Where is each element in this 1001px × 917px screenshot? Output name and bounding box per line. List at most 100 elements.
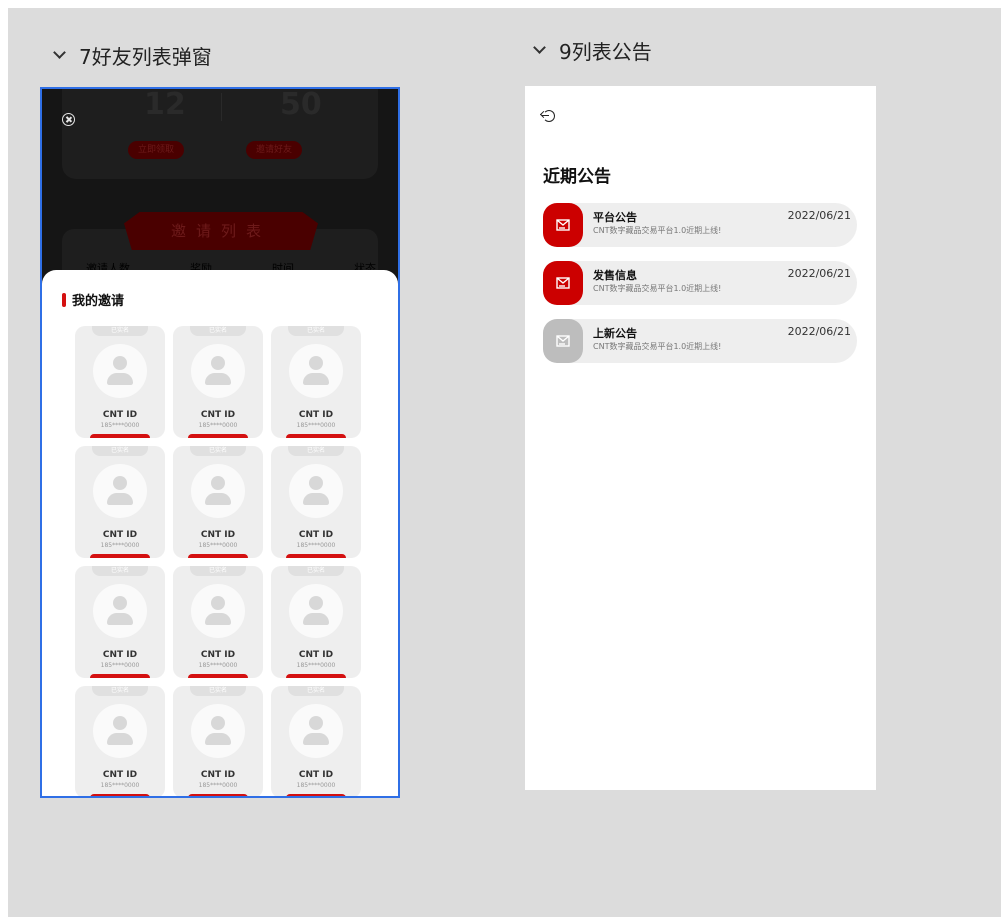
notice-item[interactable]: 发售信息 2022/06/21 CNT数字藏品交易平台1.0近期上线! bbox=[543, 261, 857, 305]
invite-card[interactable]: 已实名 CNT ID 185****0000 bbox=[75, 686, 165, 796]
frame-title-text: 9列表公告 bbox=[559, 40, 652, 64]
verified-tag: 已实名 bbox=[190, 686, 246, 696]
verified-tag: 已实名 bbox=[288, 566, 344, 576]
card-phone: 185****0000 bbox=[296, 782, 336, 789]
card-phone: 185****0000 bbox=[296, 422, 336, 429]
stats-card: 12 50 立即领取 邀请好友 bbox=[62, 89, 378, 179]
notice-heading: 近期公告 bbox=[543, 167, 611, 187]
card-action-bar[interactable] bbox=[188, 434, 248, 438]
avatar-icon bbox=[191, 344, 245, 398]
notice-title: 上新公告 bbox=[593, 327, 637, 340]
sheet-title: 我的邀请 bbox=[62, 290, 124, 309]
avatar-icon bbox=[93, 704, 147, 758]
notice-date: 2022/06/21 bbox=[787, 267, 851, 280]
card-action-bar[interactable] bbox=[90, 674, 150, 678]
close-icon[interactable] bbox=[62, 113, 75, 126]
notice-title: 发售信息 bbox=[593, 269, 637, 282]
invite-card[interactable]: 已实名 CNT ID 185****0000 bbox=[173, 446, 263, 558]
friend-popup-frame[interactable]: 12 50 立即领取 邀请好友 邀请列表 邀请人数 奖励 时间 状态 我的邀请 … bbox=[40, 87, 400, 798]
card-name: CNT ID bbox=[102, 530, 138, 540]
sheet-title-text: 我的邀请 bbox=[72, 294, 125, 309]
card-action-bar[interactable] bbox=[286, 554, 346, 558]
card-name: CNT ID bbox=[200, 650, 236, 660]
invite-list-banner: 邀请列表 bbox=[124, 212, 318, 250]
frame-label-notice-list[interactable]: 9列表公告 bbox=[534, 36, 652, 65]
avatar-icon bbox=[93, 344, 147, 398]
card-name: CNT ID bbox=[200, 410, 236, 420]
back-icon[interactable] bbox=[542, 110, 555, 122]
card-phone: 185****0000 bbox=[100, 662, 140, 669]
card-name: CNT ID bbox=[298, 650, 334, 660]
card-phone: 185****0000 bbox=[100, 782, 140, 789]
card-phone: 185****0000 bbox=[198, 782, 238, 789]
verified-tag: 已实名 bbox=[92, 446, 148, 456]
card-phone: 185****0000 bbox=[198, 662, 238, 669]
stat-value: 50 bbox=[280, 87, 322, 122]
card-action-bar[interactable] bbox=[90, 794, 150, 796]
card-phone: 185****0000 bbox=[198, 542, 238, 549]
notice-item[interactable]: 平台公告 2022/06/21 CNT数字藏品交易平台1.0近期上线! bbox=[543, 203, 857, 247]
card-action-bar[interactable] bbox=[188, 674, 248, 678]
invite-card-grid: 已实名 CNT ID 185****0000 已实名 CNT ID 185****0000… bbox=[75, 326, 365, 796]
invite-card[interactable]: 已实名 CNT ID 185****0000 bbox=[271, 686, 361, 796]
card-action-bar[interactable] bbox=[90, 434, 150, 438]
card-action-bar[interactable] bbox=[286, 434, 346, 438]
card-action-bar[interactable] bbox=[188, 554, 248, 558]
invite-card[interactable]: 已实名 CNT ID 185****0000 bbox=[173, 326, 263, 438]
claim-button[interactable]: 立即领取 bbox=[128, 141, 185, 159]
invite-card[interactable]: 已实名 CNT ID 185****0000 bbox=[75, 566, 165, 678]
avatar-icon bbox=[289, 344, 343, 398]
invite-friends-button[interactable]: 邀请好友 bbox=[246, 141, 303, 159]
verified-tag: 已实名 bbox=[288, 326, 344, 336]
mail-icon bbox=[543, 261, 583, 305]
notice-item[interactable]: 上新公告 2022/06/21 CNT数字藏品交易平台1.0近期上线! bbox=[543, 319, 857, 363]
verified-tag: 已实名 bbox=[190, 326, 246, 336]
verified-tag: 已实名 bbox=[92, 566, 148, 576]
chevron-down-icon[interactable] bbox=[54, 48, 65, 59]
card-phone: 185****0000 bbox=[296, 542, 336, 549]
notice-title: 平台公告 bbox=[593, 211, 637, 224]
invite-card[interactable]: 已实名 CNT ID 185****0000 bbox=[173, 686, 263, 796]
notice-list-frame: 近期公告 平台公告 2022/06/21 CNT数字藏品交易平台1.0近期上线! 发售… bbox=[525, 86, 876, 790]
card-action-bar[interactable] bbox=[286, 794, 346, 796]
card-name: CNT ID bbox=[102, 410, 138, 420]
notice-desc: CNT数字藏品交易平台1.0近期上线! bbox=[593, 284, 722, 293]
card-name: CNT ID bbox=[102, 770, 138, 780]
invite-card[interactable]: 已实名 CNT ID 185****0000 bbox=[75, 446, 165, 558]
notice-list: 平台公告 2022/06/21 CNT数字藏品交易平台1.0近期上线! 发售信息 202… bbox=[543, 203, 857, 377]
notice-desc: CNT数字藏品交易平台1.0近期上线! bbox=[593, 226, 722, 235]
card-phone: 185****0000 bbox=[100, 422, 140, 429]
verified-tag: 已实名 bbox=[288, 686, 344, 696]
notice-date: 2022/06/21 bbox=[787, 209, 851, 222]
card-phone: 185****0000 bbox=[296, 662, 336, 669]
avatar-icon bbox=[191, 704, 245, 758]
verified-tag: 已实名 bbox=[190, 446, 246, 456]
stat-value: 12 bbox=[144, 87, 186, 122]
avatar-icon bbox=[289, 704, 343, 758]
card-name: CNT ID bbox=[298, 770, 334, 780]
title-accent-bar bbox=[62, 292, 66, 307]
verified-tag: 已实名 bbox=[92, 326, 148, 336]
invite-card[interactable]: 已实名 CNT ID 185****0000 bbox=[173, 566, 263, 678]
invite-card[interactable]: 已实名 CNT ID 185****0000 bbox=[271, 566, 361, 678]
card-name: CNT ID bbox=[200, 770, 236, 780]
avatar-icon bbox=[289, 584, 343, 638]
avatar-icon bbox=[93, 464, 147, 518]
stats-divider bbox=[221, 93, 222, 121]
card-phone: 185****0000 bbox=[198, 422, 238, 429]
notice-desc: CNT数字藏品交易平台1.0近期上线! bbox=[593, 342, 722, 351]
invite-card[interactable]: 已实名 CNT ID 185****0000 bbox=[75, 326, 165, 438]
mail-icon bbox=[543, 319, 583, 363]
banner-text: 邀请列表 bbox=[170, 222, 271, 240]
card-action-bar[interactable] bbox=[90, 554, 150, 558]
card-action-bar[interactable] bbox=[286, 674, 346, 678]
frame-label-friend-popup[interactable]: 7好友列表弹窗 bbox=[54, 41, 212, 70]
chevron-down-icon[interactable] bbox=[534, 43, 545, 54]
card-name: CNT ID bbox=[102, 650, 138, 660]
card-name: CNT ID bbox=[298, 410, 334, 420]
invite-card[interactable]: 已实名 CNT ID 185****0000 bbox=[271, 446, 361, 558]
invite-card[interactable]: 已实名 CNT ID 185****0000 bbox=[271, 326, 361, 438]
card-action-bar[interactable] bbox=[188, 794, 248, 796]
verified-tag: 已实名 bbox=[92, 686, 148, 696]
mail-icon bbox=[543, 203, 583, 247]
